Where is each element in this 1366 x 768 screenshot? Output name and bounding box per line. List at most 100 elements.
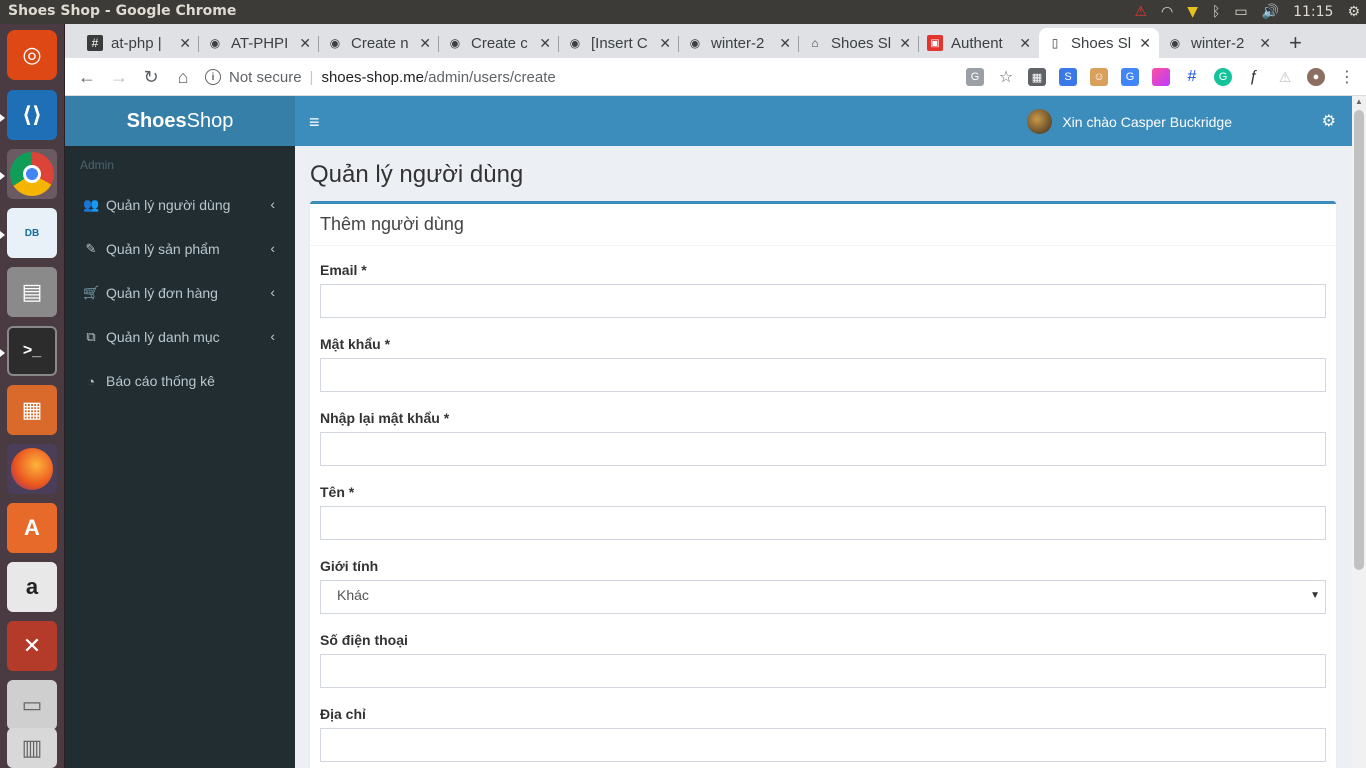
browser-tab[interactable]: ◉ AT-PHPI ✕	[199, 28, 319, 58]
scroll-up-arrow-icon[interactable]: ▲	[1355, 97, 1363, 106]
address-label: Địa chỉ	[320, 706, 366, 722]
battery-icon[interactable]: ▭	[1234, 4, 1247, 20]
content-wrapper: Quản lý người dùng Thêm người dùng Email…	[295, 146, 1352, 768]
page-scrollbar[interactable]: ▲	[1352, 96, 1366, 768]
browser-tab[interactable]: ◉ winter-2 ✕	[679, 28, 799, 58]
bluetooth-icon[interactable]: ᛒ	[1212, 4, 1220, 20]
software-center-icon[interactable]: A	[7, 503, 57, 553]
qr-extension-icon[interactable]: ▦	[1028, 68, 1046, 86]
back-icon[interactable]: ←	[74, 64, 100, 90]
sd-extension-icon[interactable]: S	[1059, 68, 1077, 86]
browser-tab[interactable]: ◉ [Insert C ✕	[559, 28, 679, 58]
phone-field[interactable]	[320, 654, 1326, 688]
sidebar-item-reports[interactable]: ◔ Báo cáo thống kê	[65, 359, 295, 403]
clock[interactable]: 11:15	[1293, 4, 1333, 20]
menu-kebab-icon[interactable]: ⋮	[1338, 68, 1356, 86]
browser-tab[interactable]: ◉ Create n ✕	[319, 28, 439, 58]
vscode-icon[interactable]: ⟨⟩	[7, 90, 57, 140]
sidebar-item-categories[interactable]: ⧉ Quản lý danh mục ‹	[65, 315, 295, 359]
browser-tab-active[interactable]: ▯ Shoes Sl ✕	[1039, 28, 1159, 58]
name-field[interactable]	[320, 506, 1326, 540]
chrome-icon[interactable]	[7, 149, 57, 199]
box-extension-icon[interactable]: ☺	[1090, 68, 1108, 86]
files-icon[interactable]: ▤	[7, 267, 57, 317]
brand-logo[interactable]: Shoes Shop	[65, 96, 295, 146]
user-menu[interactable]: Xin chào Casper Buckridge	[1027, 109, 1232, 134]
name-label: Tên *	[320, 484, 355, 500]
browser-tab[interactable]: ◉ Create c ✕	[439, 28, 559, 58]
bookmark-star-icon[interactable]: ☆	[997, 68, 1015, 86]
tab-label: [Insert C	[591, 34, 648, 52]
forward-icon[interactable]: →	[106, 64, 132, 90]
amazon-icon[interactable]: a	[7, 562, 57, 612]
name-group: Tên *	[320, 484, 1326, 540]
address-field[interactable]	[320, 728, 1326, 762]
mysql-workbench-icon[interactable]: DB	[7, 208, 57, 258]
github-icon: ◉	[329, 36, 341, 50]
close-tab-icon[interactable]: ✕	[539, 35, 551, 52]
close-tab-icon[interactable]: ✕	[419, 35, 431, 52]
github-icon: ◉	[209, 36, 221, 50]
close-tab-icon[interactable]: ✕	[659, 35, 671, 52]
sidebar-item-users[interactable]: 👥 Quản lý người dùng ‹	[65, 183, 295, 227]
trash-icon[interactable]: ▥	[7, 728, 57, 768]
sidebar-item-products[interactable]: ✎ Quản lý sản phẩm ‹	[65, 227, 295, 271]
address-bar[interactable]: i Not secure | shoes-shop.me /admin/user…	[205, 62, 925, 92]
new-tab-button[interactable]: +	[1289, 30, 1302, 56]
formula-extension-icon[interactable]: ƒ	[1245, 68, 1263, 86]
close-tab-icon[interactable]: ✕	[1139, 35, 1151, 52]
password-label: Mật khẩu *	[320, 336, 391, 352]
disabled-extension-icon[interactable]: ⚠	[1276, 68, 1294, 86]
sidebar-item-label: Quản lý người dùng	[106, 197, 231, 213]
info-icon[interactable]: i	[205, 69, 221, 85]
disk-icon[interactable]: ▭	[7, 680, 57, 730]
password-field[interactable]	[320, 358, 1326, 392]
scrollbar-thumb[interactable]	[1354, 110, 1364, 570]
google-translate-extension-icon[interactable]: G	[1121, 68, 1139, 86]
volume-icon[interactable]: 🔊	[1262, 4, 1279, 20]
top-navbar: ≡ Xin chào Casper Buckridge ⚙	[295, 96, 1352, 146]
terminal-icon[interactable]: >_	[7, 326, 57, 376]
warning-icon[interactable]: ⚠	[1134, 4, 1147, 20]
color-extension-icon[interactable]	[1152, 68, 1170, 86]
close-tab-icon[interactable]: ✕	[899, 35, 911, 52]
gender-select[interactable]: Khác	[320, 580, 1326, 614]
sidebar-toggle-icon[interactable]: ≡	[309, 112, 320, 133]
sidebar-item-orders[interactable]: 🛒 Quản lý đơn hàng ‹	[65, 271, 295, 315]
close-tab-icon[interactable]: ✕	[179, 35, 191, 52]
user-greeting: Xin chào Casper Buckridge	[1062, 113, 1232, 130]
profile-avatar-icon[interactable]: ●	[1307, 68, 1325, 86]
tab-label: Authent	[951, 34, 1003, 52]
firefox-icon[interactable]	[7, 444, 57, 494]
close-tab-icon[interactable]: ✕	[299, 35, 311, 52]
wifi-icon[interactable]: ◠	[1161, 4, 1173, 20]
browser-tab[interactable]: # at-php | ✕	[79, 28, 199, 58]
system-settings-icon[interactable]: ✕	[7, 621, 57, 671]
grid-extension-icon[interactable]: #	[1183, 68, 1201, 86]
tab-label: at-php |	[111, 34, 162, 52]
settings-gear-icon[interactable]: ⚙	[1347, 4, 1360, 20]
home-icon[interactable]: ⌂	[170, 64, 196, 90]
browser-tab[interactable]: ⌂ Shoes Sl ✕	[799, 28, 919, 58]
close-tab-icon[interactable]: ✕	[1259, 35, 1271, 52]
browser-tab[interactable]: ◉ winter-2 ✕	[1159, 28, 1279, 58]
vlc-icon[interactable]: ▼	[1187, 4, 1198, 20]
close-tab-icon[interactable]: ✕	[779, 35, 791, 52]
control-sidebar-gears-icon[interactable]: ⚙	[1322, 111, 1336, 131]
page-icon: ▯	[1051, 36, 1059, 50]
github-icon: ◉	[569, 36, 581, 50]
url-path: /admin/users/create	[424, 68, 556, 86]
browser-tab[interactable]: ▣ Authent ✕	[919, 28, 1039, 58]
ubuntu-dash-icon[interactable]: ◎	[7, 30, 57, 80]
grammarly-icon[interactable]: G	[1214, 68, 1232, 86]
reload-icon[interactable]: ↻	[138, 64, 164, 90]
brand-bold: Shoes	[126, 109, 187, 132]
phone-group: Số điện thoại	[320, 632, 1326, 688]
window-title: Shoes Shop - Google Chrome	[8, 3, 237, 19]
impress-icon[interactable]: ▦	[7, 385, 57, 435]
tab-label: winter-2	[711, 34, 765, 52]
close-tab-icon[interactable]: ✕	[1019, 35, 1031, 52]
password-confirm-field[interactable]	[320, 432, 1326, 466]
email-field[interactable]	[320, 284, 1326, 318]
translate-icon[interactable]: G	[966, 68, 984, 86]
